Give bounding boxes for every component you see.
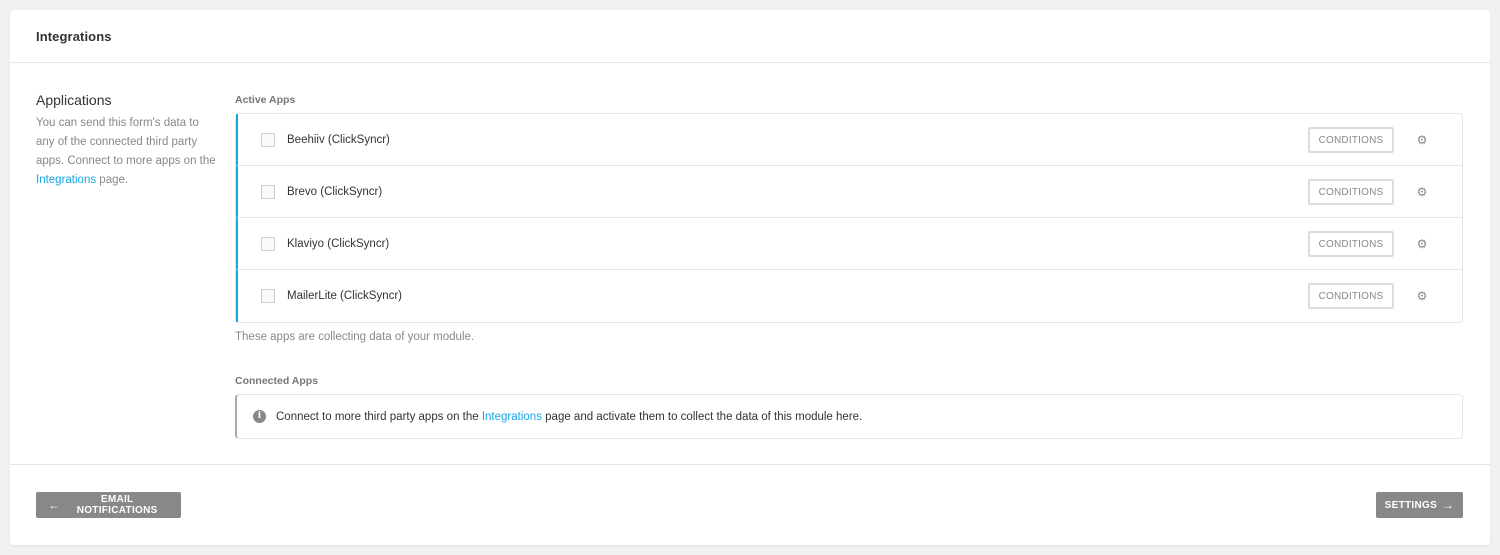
connected-apps-text: Connect to more third party apps on the …: [276, 411, 862, 423]
conditions-button[interactable]: CONDITIONS: [1308, 231, 1394, 257]
active-apps-label: Active Apps: [235, 94, 296, 106]
conditions-button[interactable]: CONDITIONS: [1308, 127, 1394, 153]
section-title: Applications: [36, 92, 112, 108]
app-logo-icon: [261, 132, 275, 147]
panel-content: Applications You can send this form's da…: [10, 63, 1490, 465]
panel-footer: ← EMAIL NOTIFICATIONS SETTINGS →: [10, 465, 1490, 544]
arrow-left-icon: ←: [48, 498, 61, 512]
app-name: Brevo (ClickSyncr): [287, 185, 383, 198]
settings-button[interactable]: SETTINGS →: [1376, 492, 1463, 518]
notice-text: Connect to more third party apps on the: [276, 410, 482, 423]
applications-description: Applications You can send this form's da…: [36, 92, 216, 190]
gear-icon[interactable]: ⚙: [1415, 237, 1429, 251]
next-button-label: SETTINGS: [1384, 499, 1438, 511]
gear-icon[interactable]: ⚙: [1415, 289, 1429, 303]
connected-apps-label: Connected Apps: [235, 375, 319, 387]
conditions-button[interactable]: CONDITIONS: [1308, 283, 1394, 309]
app-row-beehiiv: Beehiiv (ClickSyncr) CONDITIONS ⚙: [236, 114, 1462, 166]
prev-button-label: EMAIL NOTIFICATIONS: [76, 494, 158, 516]
integrations-panel: Integrations Applications You can send t…: [10, 10, 1490, 545]
conditions-button[interactable]: CONDITIONS: [1308, 179, 1394, 205]
connected-apps-notice: i Connect to more third party apps on th…: [235, 394, 1463, 439]
gear-icon[interactable]: ⚙: [1415, 185, 1429, 199]
page-title: Integrations: [36, 28, 112, 44]
app-logo-icon: [261, 184, 275, 199]
active-apps-list: Beehiiv (ClickSyncr) CONDITIONS ⚙ Brevo …: [235, 113, 1463, 323]
integrations-link[interactable]: Integrations: [482, 411, 542, 423]
section-description: You can send this form's data to any of …: [36, 114, 216, 190]
app-logo-icon: [261, 236, 275, 251]
arrow-right-icon: →: [1442, 498, 1455, 512]
panel-header: Integrations: [10, 10, 1490, 63]
app-row-brevo: Brevo (ClickSyncr) CONDITIONS ⚙: [236, 166, 1462, 218]
gear-icon[interactable]: ⚙: [1415, 133, 1429, 147]
apps-area: Active Apps Beehiiv (ClickSyncr) CONDITI…: [235, 94, 1463, 439]
active-apps-note: These apps are collecting data of your m…: [235, 331, 475, 343]
app-row-klaviyo: Klaviyo (ClickSyncr) CONDITIONS ⚙: [236, 218, 1462, 270]
app-name: Klaviyo (ClickSyncr): [287, 237, 390, 250]
description-text-end: page.: [96, 174, 129, 186]
app-name: MailerLite (ClickSyncr): [287, 290, 403, 302]
notice-text-end: page and activate them to collect the da…: [541, 410, 863, 423]
app-logo-icon: [261, 289, 275, 303]
info-icon: i: [253, 410, 266, 423]
integrations-link[interactable]: Integrations: [36, 174, 96, 186]
description-text: You can send this form's data to any of …: [36, 117, 216, 167]
app-row-mailerlite: MailerLite (ClickSyncr) CONDITIONS ⚙: [236, 270, 1462, 322]
app-name: Beehiiv (ClickSyncr): [287, 133, 390, 146]
email-notifications-button[interactable]: ← EMAIL NOTIFICATIONS: [36, 492, 181, 518]
